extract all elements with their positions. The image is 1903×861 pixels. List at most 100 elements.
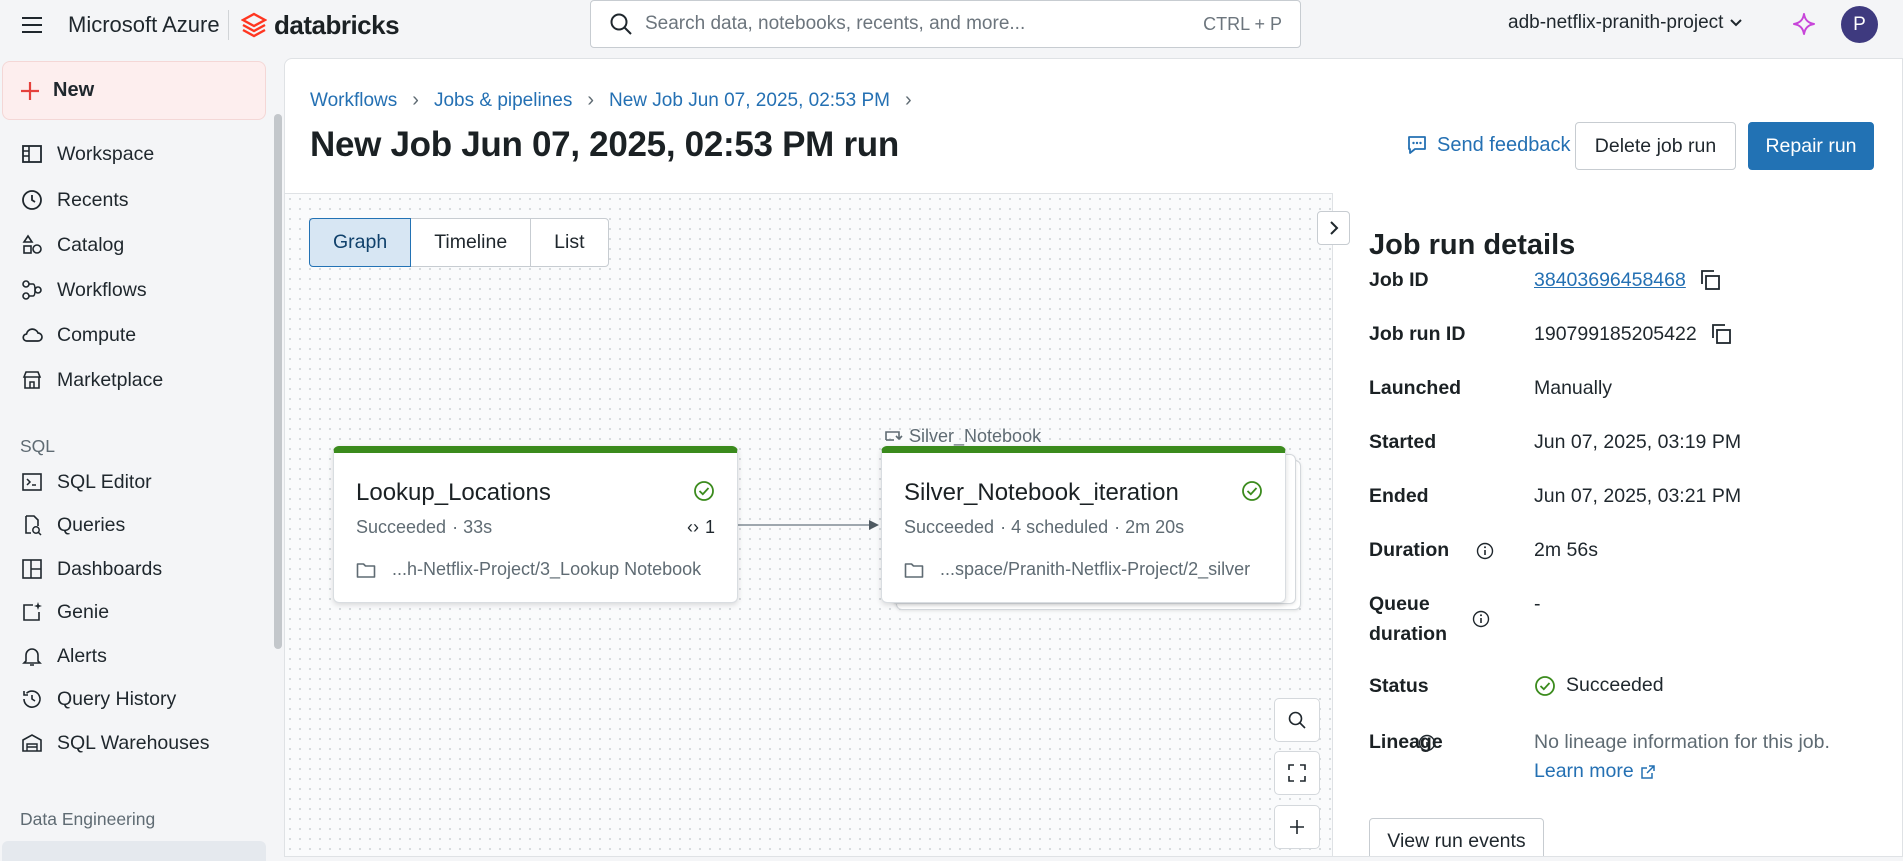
- sidebar-item-label: Query History: [57, 687, 177, 710]
- job-graph-canvas[interactable]: Graph Timeline List Lookup_Locations Suc…: [285, 193, 1333, 856]
- workspace-name: adb-netflix-pranith-project: [1508, 12, 1724, 33]
- sidebar-item-active[interactable]: [2, 841, 266, 861]
- sql-section-label: SQL: [20, 436, 56, 456]
- sidebar-item-genie[interactable]: Genie: [20, 597, 109, 627]
- databricks-logo-icon: [241, 12, 267, 38]
- task-duration: · 33s: [452, 517, 493, 537]
- ended-label: Ended: [1369, 485, 1429, 507]
- details-title: Job run details: [1369, 229, 1576, 261]
- task-iteration-count: 1: [704, 517, 715, 537]
- copy-icon[interactable]: [1698, 268, 1722, 292]
- lineage-text: No lineage information for this job.: [1534, 731, 1830, 753]
- success-check-icon: [693, 480, 715, 502]
- chevron-right-icon: ›: [587, 89, 594, 111]
- queries-icon: [20, 513, 44, 537]
- azure-label: Microsoft Azure: [68, 12, 220, 37]
- task-node-silver-notebook-iteration[interactable]: Silver_Notebook_iteration Succeeded · 4 …: [881, 446, 1286, 603]
- top-bar: Microsoft Azure databricks Search data, …: [0, 0, 1903, 50]
- sidebar-item-sql-editor[interactable]: SQL Editor: [20, 467, 152, 497]
- code-icon: ‹›: [686, 517, 699, 537]
- job-id-link[interactable]: 38403696458468: [1534, 269, 1686, 292]
- folder-icon: [356, 562, 376, 578]
- main-panel: Workflows › Jobs & pipelines › New Job J…: [284, 58, 1903, 857]
- view-run-events-button[interactable]: View run events: [1369, 818, 1544, 856]
- started-value: Jun 07, 2025, 03:19 PM: [1534, 431, 1742, 453]
- new-button[interactable]: New: [2, 61, 266, 120]
- tab-graph[interactable]: Graph: [309, 218, 412, 267]
- sidebar-item-compute[interactable]: Compute: [20, 320, 136, 350]
- fit-view-button[interactable]: [1274, 751, 1320, 795]
- user-avatar[interactable]: P: [1841, 6, 1878, 43]
- copy-icon[interactable]: [1709, 322, 1733, 346]
- assistant-sparkle-icon[interactable]: [1793, 13, 1815, 35]
- duration-label-text: Duration: [1369, 539, 1450, 561]
- sidebar-item-label: SQL Warehouses: [57, 731, 210, 754]
- success-check-icon: [1241, 480, 1263, 502]
- task-path: ...h-Netflix-Project/3_Lookup Notebook: [356, 559, 701, 580]
- cloud-icon: [20, 323, 44, 347]
- sidebar-item-label: Recents: [57, 188, 129, 211]
- sidebar-item-label: Genie: [57, 600, 110, 623]
- chevron-right-icon: ›: [412, 89, 419, 111]
- task-meta: Succeeded · 33s: [356, 517, 492, 538]
- breadcrumb: Workflows › Jobs & pipelines › New Job J…: [310, 89, 912, 112]
- sidebar-item-label: Workspace: [57, 142, 155, 165]
- sidebar-item-sql-warehouses[interactable]: SQL Warehouses: [20, 728, 209, 758]
- sidebar-item-query-history[interactable]: Query History: [20, 684, 176, 714]
- chevron-down-icon: [1730, 19, 1743, 27]
- status-label: Status: [1369, 675, 1429, 697]
- workflows-icon: [20, 278, 44, 302]
- menu-icon[interactable]: [20, 14, 44, 36]
- sidebar-item-workflows[interactable]: Workflows: [20, 275, 147, 305]
- sidebar-item-workspace[interactable]: Workspace: [20, 139, 154, 169]
- chevron-right-icon: [1329, 221, 1338, 235]
- task-scheduled: · 4 scheduled: [1000, 517, 1109, 537]
- sidebar-item-marketplace[interactable]: Marketplace: [20, 365, 163, 395]
- sidebar-item-catalog[interactable]: Catalog: [20, 230, 124, 260]
- info-icon[interactable]: [1472, 610, 1490, 628]
- global-search-input[interactable]: Search data, notebooks, recents, and mor…: [590, 0, 1301, 48]
- brand-divider: [228, 10, 229, 40]
- sidebar-item-label: Alerts: [57, 644, 107, 667]
- sidebar-item-alerts[interactable]: Alerts: [20, 641, 107, 671]
- info-icon[interactable]: [1418, 734, 1436, 752]
- send-feedback-label: Send feedback: [1437, 133, 1571, 156]
- history-icon: [20, 687, 44, 711]
- delete-job-run-button[interactable]: Delete job run: [1575, 122, 1736, 170]
- sidebar-item-dashboards[interactable]: Dashboards: [20, 554, 162, 584]
- search-graph-button[interactable]: [1274, 698, 1320, 742]
- sidebar-item-label: SQL Editor: [57, 470, 152, 493]
- breadcrumb-job[interactable]: New Job Jun 07, 2025, 02:53 PM: [609, 90, 890, 112]
- collapse-details-button[interactable]: [1317, 211, 1350, 245]
- bell-icon: [20, 644, 44, 668]
- sidebar-item-label: Workflows: [57, 278, 147, 301]
- queue-duration-value: -: [1534, 593, 1541, 615]
- breadcrumb-jobs-pipelines[interactable]: Jobs & pipelines: [434, 90, 572, 112]
- sidebar-scrollbar[interactable]: [274, 114, 282, 649]
- search-icon: [610, 13, 632, 35]
- workspace-selector[interactable]: adb-netflix-pranith-project: [1508, 12, 1743, 34]
- task-status: Succeeded: [904, 517, 995, 537]
- folder-icon: [904, 562, 924, 578]
- databricks-brand-text: databricks: [274, 9, 400, 40]
- task-name: Lookup_Locations: [356, 479, 551, 506]
- task-node-lookup-locations[interactable]: Lookup_Locations Succeeded · 33s ‹› 1 ..…: [333, 446, 738, 603]
- queue-label-line-1: Queue: [1369, 593, 1430, 615]
- loop-icon: [885, 430, 903, 441]
- breadcrumb-workflows[interactable]: Workflows: [310, 90, 397, 112]
- search-icon: [1288, 711, 1306, 729]
- success-check-icon: [1535, 675, 1555, 696]
- databricks-logo[interactable]: databricks: [241, 9, 400, 41]
- zoom-in-button[interactable]: [1274, 805, 1320, 849]
- sidebar-item-recents[interactable]: Recents: [20, 185, 129, 215]
- info-icon[interactable]: [1476, 542, 1494, 560]
- task-name: Silver_Notebook_iteration: [904, 479, 1179, 506]
- task-iterations: ‹› 1: [687, 517, 715, 538]
- sidebar-item-queries[interactable]: Queries: [20, 510, 125, 540]
- task-path: ...space/Pranith-Netflix-Project/2_silve…: [904, 559, 1250, 580]
- job-id-value: 38403696458468: [1534, 268, 1722, 292]
- repair-run-button[interactable]: Repair run: [1748, 122, 1874, 170]
- send-feedback-link[interactable]: Send feedback: [1405, 133, 1570, 157]
- learn-more-link[interactable]: Learn more: [1534, 760, 1656, 783]
- task-status: Succeeded: [356, 517, 447, 537]
